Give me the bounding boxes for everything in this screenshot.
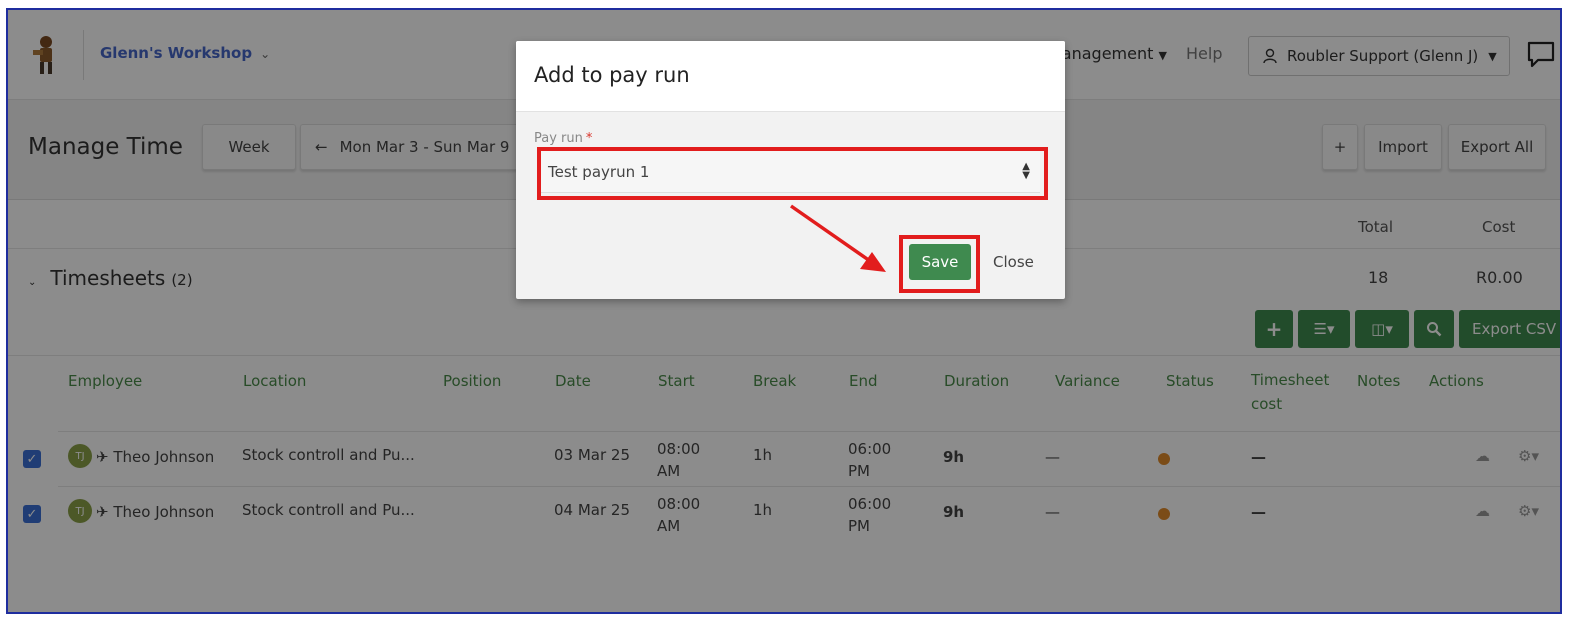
required-marker: * xyxy=(585,131,593,146)
pay-run-field-label: Pay run * xyxy=(534,131,592,146)
pay-run-label-text: Pay run xyxy=(534,131,583,146)
add-to-pay-run-dialog: Add to pay run Pay run * Test payrun 1 ▲ ▼… xyxy=(516,41,1065,299)
save-highlight-box xyxy=(899,235,980,293)
select-highlight-box xyxy=(537,147,1048,200)
dialog-title: Add to pay run xyxy=(534,63,690,87)
app-frame: Glenn's Workshop ⌄ Management ▼ Help Roub… xyxy=(6,8,1562,614)
dialog-header: Add to pay run xyxy=(516,41,1065,112)
close-button[interactable]: Close xyxy=(993,253,1034,271)
page: Glenn's Workshop ⌄ Management ▼ Help Roub… xyxy=(8,10,1560,612)
